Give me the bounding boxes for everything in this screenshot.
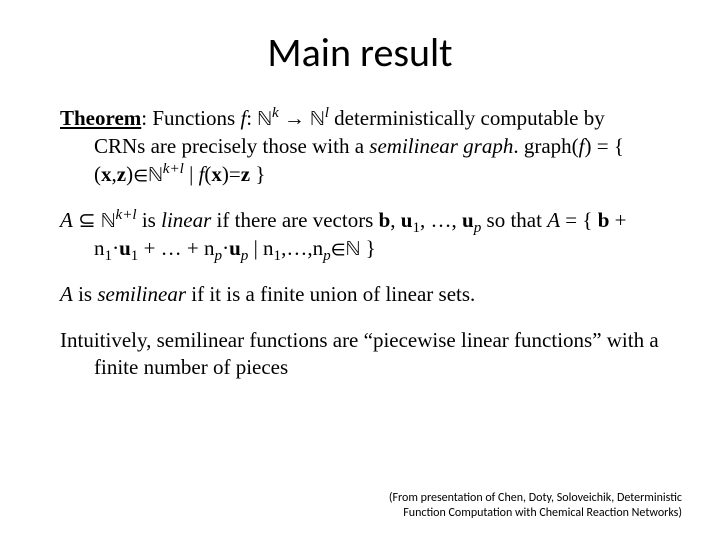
nat-N: ℕ [310, 109, 325, 130]
dot: · [112, 236, 119, 260]
credit-line-2: Function Computation with Chemical React… [403, 506, 682, 520]
text: if there are vectors [211, 208, 378, 232]
semilinear-paragraph: A is semilinear if it is a finite union … [60, 281, 660, 308]
word-linear: linear [161, 208, 211, 232]
text: ,…,n [281, 236, 323, 260]
vec-b: b [379, 208, 391, 232]
vec-z: z [241, 162, 250, 186]
vec-b: b [598, 208, 610, 232]
text: } [250, 162, 265, 186]
word-semilinear: semilinear [97, 282, 186, 306]
text: : [246, 106, 257, 130]
dot: · [222, 236, 229, 260]
vec-up: u [462, 208, 474, 232]
text: = { [560, 208, 598, 232]
nat-N: ℕ [148, 165, 163, 186]
sub-1: 1 [412, 220, 420, 236]
sup-k: k [272, 105, 279, 121]
nat-N: ℕ [101, 211, 116, 232]
vec-z: z [117, 162, 126, 186]
text: if it is a finite union of linear sets. [186, 282, 475, 306]
vec-up: u [229, 236, 241, 260]
nat-N: ℕ [257, 109, 272, 130]
text: : Functions [141, 106, 240, 130]
vec-u1: u [401, 208, 413, 232]
text: | [184, 162, 199, 186]
subset: ⊆ [73, 208, 101, 232]
slide-body: Theorem: Functions f: ℕk → ℕl determinis… [60, 105, 660, 381]
text: . graph( [513, 134, 578, 158]
vec-x: x [101, 162, 112, 186]
vec-x: x [211, 162, 222, 186]
text: , …, [420, 208, 462, 232]
var-A: A [60, 282, 73, 306]
element-of: ∈ [331, 239, 346, 260]
sup-kl: k+l [115, 207, 136, 223]
arrow: → [279, 106, 311, 130]
credit-line-1: (From presentation of Chen, Doty, Solove… [389, 491, 682, 505]
sub-1: 1 [105, 248, 113, 264]
vec-u1: u [119, 236, 131, 260]
element-of: ∈ [133, 165, 148, 186]
text: so that [481, 208, 547, 232]
sub-p: p [323, 248, 331, 264]
slide-title: Main result [60, 28, 660, 77]
sup-kl: k+l [163, 161, 184, 177]
sub-1: 1 [274, 248, 282, 264]
text: is [137, 208, 162, 232]
nat-N: ℕ [346, 239, 361, 260]
theorem-label: Theorem [60, 106, 141, 130]
text: , [390, 208, 401, 232]
text: )= [222, 162, 241, 186]
sub-p: p [215, 248, 223, 264]
text: | n [248, 236, 273, 260]
theorem-paragraph: Theorem: Functions f: ℕk → ℕl determinis… [60, 105, 660, 189]
intuition-paragraph: Intuitively, semilinear functions are “p… [60, 327, 660, 382]
text: } [360, 236, 375, 260]
slide: Main result Theorem: Functions f: ℕk → ℕ… [0, 0, 720, 540]
linear-paragraph: A ⊆ ℕk+l is linear if there are vectors … [60, 207, 660, 264]
text: is [73, 282, 98, 306]
var-A: A [547, 208, 560, 232]
semilinear-graph: semilinear graph [369, 134, 513, 158]
text: + … + n [138, 236, 214, 260]
credit-footer: (From presentation of Chen, Doty, Solove… [389, 491, 682, 522]
var-A: A [60, 208, 73, 232]
